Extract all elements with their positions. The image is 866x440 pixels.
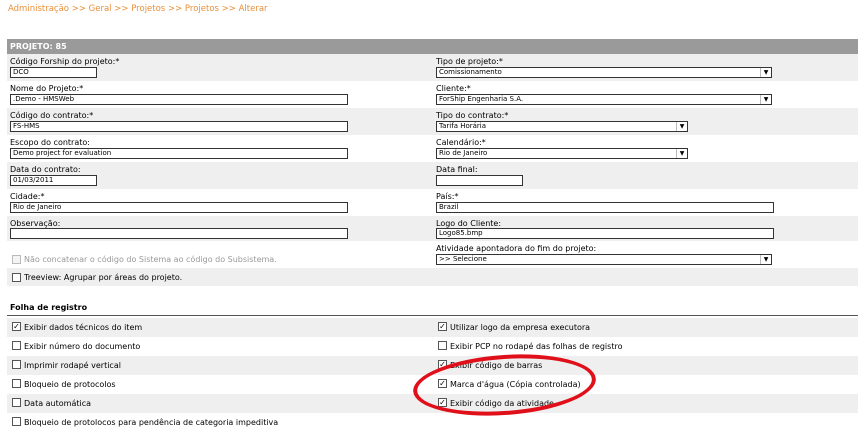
exibir-codigo-atividade-checkbox[interactable]: ✓	[438, 398, 447, 407]
exibir-pcp-checkbox[interactable]	[438, 341, 447, 350]
marca-dagua-label: Marca d'água (Cópia controlada)	[450, 380, 581, 389]
folha-row-3	[7, 356, 858, 375]
tipo-contrato-select[interactable]: Tarifa Horária ▼	[436, 121, 688, 132]
cidade-label: Cidade:*	[10, 192, 45, 201]
marca-dagua-checkbox[interactable]: ✓	[438, 379, 447, 388]
exibir-dados-tecnicos-checkbox[interactable]: ✓	[12, 322, 21, 331]
form-row-5	[7, 162, 858, 189]
breadcrumb: Administração >> Geral >> Projetos >> Pr…	[8, 4, 268, 14]
breadcrumb-separator: >>	[221, 4, 236, 14]
logo-cliente-input[interactable]: Logo85.bmp	[436, 228, 774, 239]
nome-projeto-input[interactable]: .Demo - HMSWeb	[10, 94, 348, 105]
atividade-fim-value: >> Selecione	[439, 255, 487, 263]
exibir-numero-documento-checkbox[interactable]	[12, 341, 21, 350]
exibir-pcp-label: Exibir PCP no rodapé das folhas de regis…	[450, 342, 623, 351]
chevron-down-icon: ▼	[760, 255, 771, 264]
codigo-forship-input[interactable]: DCO	[10, 67, 97, 78]
escopo-contrato-label: Escopo do contrato:	[10, 138, 90, 147]
tipo-contrato-label: Tipo do contrato:*	[436, 111, 509, 120]
bloqueio-pendencia-label: Bloqueio de protolocos para pendência de…	[24, 418, 279, 427]
codigo-contrato-label: Código do contrato:*	[10, 111, 94, 120]
nao-concatenar-label: Não concatenar o código do Sistema ao có…	[24, 255, 277, 264]
breadcrumb-separator: >>	[167, 4, 183, 14]
breadcrumb-separator: >>	[71, 4, 86, 14]
folha-registro-title: Folha de registro	[10, 303, 88, 312]
treeview-checkbox[interactable]	[12, 273, 21, 282]
codigo-forship-label: Código Forship do projeto:*	[10, 57, 120, 66]
data-contrato-input[interactable]: 01/03/2011	[10, 175, 97, 186]
data-final-label: Data final:	[436, 165, 478, 174]
cliente-select[interactable]: ForShip Engenharia S.A. ▼	[436, 94, 772, 105]
chevron-down-icon: ▼	[676, 122, 687, 131]
chevron-down-icon: ▼	[760, 95, 771, 104]
breadcrumb-item-administracao[interactable]: Administração	[8, 4, 69, 14]
exibir-codigo-barras-label: Exibir código de barras	[450, 361, 543, 370]
cliente-label: Cliente:*	[436, 84, 471, 93]
utilizar-logo-label: Utilizar logo da empresa executora	[450, 323, 591, 332]
observacao-label: Observação:	[10, 219, 61, 228]
exibir-numero-documento-label: Exibir número do documento	[24, 342, 141, 351]
calendario-select[interactable]: Rio de Janeiro ▼	[436, 148, 688, 159]
tipo-projeto-select[interactable]: Comissionamento ▼	[436, 67, 772, 78]
tipo-contrato-value: Tarifa Horária	[439, 122, 487, 130]
atividade-fim-select[interactable]: >> Selecione ▼	[436, 254, 772, 265]
cliente-value: ForShip Engenharia S.A.	[439, 95, 524, 103]
nome-projeto-label: Nome do Projeto:*	[10, 84, 84, 93]
chevron-down-icon: ▼	[760, 68, 771, 77]
imprimir-rodape-checkbox[interactable]	[12, 360, 21, 369]
data-automatica-checkbox[interactable]	[12, 398, 21, 407]
data-final-input[interactable]	[436, 175, 523, 186]
imprimir-rodape-label: Imprimir rodapé vertical	[24, 361, 121, 370]
tipo-projeto-label: Tipo de projeto:*	[436, 57, 503, 66]
chevron-down-icon: ▼	[676, 149, 687, 158]
exibir-codigo-barras-checkbox[interactable]: ✓	[438, 360, 447, 369]
treeview-label: Treeview: Agrupar por áreas do projeto.	[24, 273, 183, 282]
nao-concatenar-checkbox[interactable]	[12, 255, 21, 264]
bloqueio-pendencia-checkbox[interactable]	[12, 417, 21, 426]
breadcrumb-item-geral[interactable]: Geral	[89, 4, 112, 14]
utilizar-logo-checkbox[interactable]: ✓	[438, 322, 447, 331]
pais-input[interactable]: Brazil	[436, 202, 774, 213]
exibir-dados-tecnicos-label: Exibir dados técnicos do item	[24, 323, 143, 332]
breadcrumb-separator: >>	[114, 4, 129, 14]
folha-row-4	[7, 375, 858, 394]
logo-cliente-label: Logo do Cliente:	[436, 219, 502, 228]
breadcrumb-item-projetos-2[interactable]: Projetos	[185, 4, 219, 14]
codigo-contrato-input[interactable]: FS-HMS	[10, 121, 348, 132]
data-automatica-label: Data automática	[24, 399, 92, 408]
exibir-codigo-atividade-label: Exibir código da atividade	[450, 399, 554, 408]
calendario-value: Rio de Janeiro	[439, 149, 488, 157]
calendario-label: Calendário:*	[436, 138, 486, 147]
bloqueio-protocolos-checkbox[interactable]	[12, 379, 21, 388]
observacao-input[interactable]	[10, 228, 348, 239]
breadcrumb-item-alterar[interactable]: Alterar	[239, 4, 268, 14]
cidade-input[interactable]: Rio de Janeiro	[10, 202, 348, 213]
atividade-fim-label: Atividade apontadora do fim do projeto:	[436, 244, 597, 253]
project-header: PROJETO: 85	[7, 39, 858, 54]
tipo-projeto-value: Comissionamento	[439, 68, 502, 76]
bloqueio-protocolos-label: Bloqueio de protocolos	[24, 380, 116, 389]
pais-label: País:*	[436, 192, 459, 201]
data-contrato-label: Data do contrato:	[10, 165, 81, 174]
section-divider	[7, 315, 858, 316]
breadcrumb-item-projetos[interactable]: Projetos	[131, 4, 165, 14]
folha-row-5	[7, 394, 858, 413]
escopo-contrato-input[interactable]: Demo project for evaluation	[10, 148, 348, 159]
